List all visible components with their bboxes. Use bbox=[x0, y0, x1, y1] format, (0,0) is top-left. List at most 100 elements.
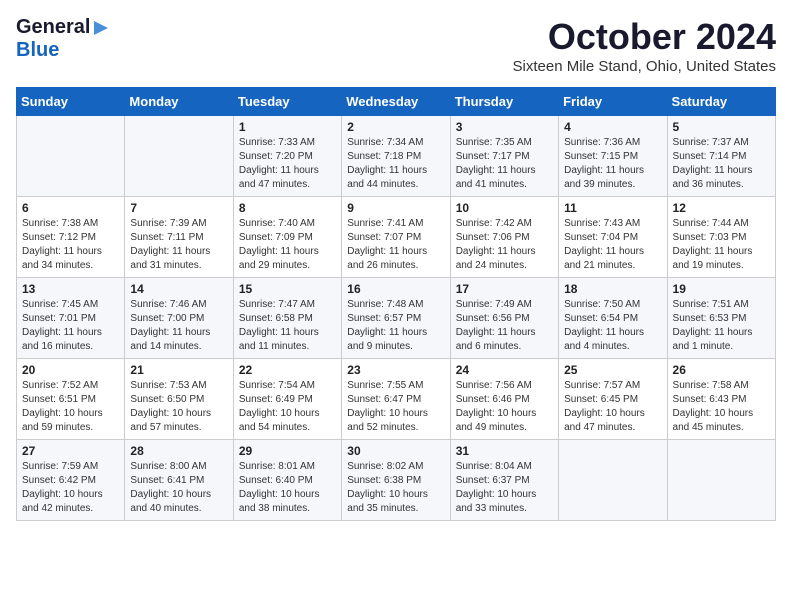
day-info: Sunrise: 8:00 AMSunset: 6:41 PMDaylight:… bbox=[130, 460, 227, 516]
day-info: Sunrise: 8:01 AMSunset: 6:40 PMDaylight:… bbox=[239, 460, 336, 516]
calendar-cell: 12 Sunrise: 7:44 AMSunset: 7:03 PMDayligh… bbox=[667, 197, 775, 278]
day-number: 8 bbox=[239, 201, 336, 215]
day-info: Sunrise: 7:49 AMSunset: 6:56 PMDaylight:… bbox=[456, 298, 553, 354]
week-row-2: 6Sunrise: 7:38 AMSunset: 7:12 PMDaylight… bbox=[17, 197, 776, 278]
day-info: Sunrise: 7:35 AMSunset: 7:17 PMDaylight:… bbox=[456, 136, 553, 192]
day-number: 28 bbox=[130, 444, 227, 458]
day-info: Sunrise: 7:46 AMSunset: 7:00 PMDaylight:… bbox=[130, 298, 227, 354]
day-number: 3 bbox=[456, 120, 553, 134]
day-number: 14 bbox=[130, 282, 227, 296]
title-block: October 2024 Sixteen Mile Stand, Ohio, U… bbox=[513, 16, 776, 75]
header-day-sunday: Sunday bbox=[17, 88, 125, 116]
calendar-cell: 23 Sunrise: 7:55 AMSunset: 6:47 PMDayligh… bbox=[342, 359, 450, 440]
day-number: 20 bbox=[22, 363, 119, 377]
day-number: 9 bbox=[347, 201, 444, 215]
calendar-subtitle: Sixteen Mile Stand, Ohio, United States bbox=[513, 58, 776, 75]
calendar-cell: 15 Sunrise: 7:47 AMSunset: 6:58 PMDayligh… bbox=[233, 278, 341, 359]
calendar-cell: 9Sunrise: 7:41 AMSunset: 7:07 PMDaylight… bbox=[342, 197, 450, 278]
calendar-cell: 27Sunrise: 7:59 AMSunset: 6:42 PMDayligh… bbox=[17, 440, 125, 521]
logo-arrow-icon bbox=[92, 19, 110, 37]
day-number: 30 bbox=[347, 444, 444, 458]
header-day-tuesday: Tuesday bbox=[233, 88, 341, 116]
day-info: Sunrise: 7:48 AMSunset: 6:57 PMDaylight:… bbox=[347, 298, 444, 354]
calendar-cell: 18 Sunrise: 7:50 AMSunset: 6:54 PMDayligh… bbox=[559, 278, 667, 359]
day-number: 24 bbox=[456, 363, 553, 377]
day-info: Sunrise: 7:55 AMSunset: 6:47 PMDaylight:… bbox=[347, 379, 444, 435]
day-info: Sunrise: 7:36 AMSunset: 7:15 PMDaylight:… bbox=[564, 136, 661, 192]
day-number: 1 bbox=[239, 120, 336, 134]
day-number: 31 bbox=[456, 444, 553, 458]
calendar-cell: 31 Sunrise: 8:04 AMSunset: 6:37 PMDayligh… bbox=[450, 440, 558, 521]
logo: General Blue bbox=[16, 16, 110, 62]
day-info: Sunrise: 7:53 AMSunset: 6:50 PMDaylight:… bbox=[130, 379, 227, 435]
header-day-saturday: Saturday bbox=[667, 88, 775, 116]
day-number: 7 bbox=[130, 201, 227, 215]
day-info: Sunrise: 7:58 AMSunset: 6:43 PMDaylight:… bbox=[673, 379, 770, 435]
day-info: Sunrise: 7:44 AMSunset: 7:03 PMDaylight:… bbox=[673, 217, 770, 273]
day-info: Sunrise: 7:45 AMSunset: 7:01 PMDaylight:… bbox=[22, 298, 119, 354]
calendar-cell bbox=[559, 440, 667, 521]
week-row-3: 13Sunrise: 7:45 AMSunset: 7:01 PMDayligh… bbox=[17, 278, 776, 359]
day-info: Sunrise: 7:33 AMSunset: 7:20 PMDaylight:… bbox=[239, 136, 336, 192]
day-info: Sunrise: 7:50 AMSunset: 6:54 PMDaylight:… bbox=[564, 298, 661, 354]
day-info: Sunrise: 7:42 AMSunset: 7:06 PMDaylight:… bbox=[456, 217, 553, 273]
day-info: Sunrise: 7:43 AMSunset: 7:04 PMDaylight:… bbox=[564, 217, 661, 273]
calendar-cell: 19 Sunrise: 7:51 AMSunset: 6:53 PMDayligh… bbox=[667, 278, 775, 359]
calendar-cell: 1 Sunrise: 7:33 AMSunset: 7:20 PMDaylight… bbox=[233, 116, 341, 197]
calendar-cell: 21 Sunrise: 7:53 AMSunset: 6:50 PMDayligh… bbox=[125, 359, 233, 440]
day-number: 10 bbox=[456, 201, 553, 215]
calendar-cell: 10 Sunrise: 7:42 AMSunset: 7:06 PMDayligh… bbox=[450, 197, 558, 278]
day-number: 2 bbox=[347, 120, 444, 134]
calendar-cell bbox=[17, 116, 125, 197]
calendar-cell: 26 Sunrise: 7:58 AMSunset: 6:43 PMDayligh… bbox=[667, 359, 775, 440]
day-number: 18 bbox=[564, 282, 661, 296]
day-info: Sunrise: 7:40 AMSunset: 7:09 PMDaylight:… bbox=[239, 217, 336, 273]
day-info: Sunrise: 7:51 AMSunset: 6:53 PMDaylight:… bbox=[673, 298, 770, 354]
day-number: 29 bbox=[239, 444, 336, 458]
calendar-cell bbox=[667, 440, 775, 521]
day-info: Sunrise: 8:02 AMSunset: 6:38 PMDaylight:… bbox=[347, 460, 444, 516]
day-number: 22 bbox=[239, 363, 336, 377]
day-number: 16 bbox=[347, 282, 444, 296]
calendar-cell: 2 Sunrise: 7:34 AMSunset: 7:18 PMDaylight… bbox=[342, 116, 450, 197]
week-row-4: 20 Sunrise: 7:52 AMSunset: 6:51 PMDayligh… bbox=[17, 359, 776, 440]
calendar-cell: 28 Sunrise: 8:00 AMSunset: 6:41 PMDayligh… bbox=[125, 440, 233, 521]
day-info: Sunrise: 7:54 AMSunset: 6:49 PMDaylight:… bbox=[239, 379, 336, 435]
day-number: 5 bbox=[673, 120, 770, 134]
day-number: 25 bbox=[564, 363, 661, 377]
calendar-cell: 8 Sunrise: 7:40 AMSunset: 7:09 PMDaylight… bbox=[233, 197, 341, 278]
day-info: Sunrise: 7:52 AMSunset: 6:51 PMDaylight:… bbox=[22, 379, 119, 435]
day-info: Sunrise: 7:57 AMSunset: 6:45 PMDaylight:… bbox=[564, 379, 661, 435]
calendar-cell bbox=[125, 116, 233, 197]
week-row-5: 27Sunrise: 7:59 AMSunset: 6:42 PMDayligh… bbox=[17, 440, 776, 521]
calendar-cell: 3 Sunrise: 7:35 AMSunset: 7:17 PMDaylight… bbox=[450, 116, 558, 197]
calendar-cell: 29 Sunrise: 8:01 AMSunset: 6:40 PMDayligh… bbox=[233, 440, 341, 521]
calendar-cell: 11Sunrise: 7:43 AMSunset: 7:04 PMDayligh… bbox=[559, 197, 667, 278]
calendar-cell: 13Sunrise: 7:45 AMSunset: 7:01 PMDayligh… bbox=[17, 278, 125, 359]
calendar-cell: 14 Sunrise: 7:46 AMSunset: 7:00 PMDayligh… bbox=[125, 278, 233, 359]
day-number: 26 bbox=[673, 363, 770, 377]
header-day-wednesday: Wednesday bbox=[342, 88, 450, 116]
calendar-cell: 5Sunrise: 7:37 AMSunset: 7:14 PMDaylight… bbox=[667, 116, 775, 197]
day-info: Sunrise: 7:34 AMSunset: 7:18 PMDaylight:… bbox=[347, 136, 444, 192]
day-number: 23 bbox=[347, 363, 444, 377]
calendar-cell: 30 Sunrise: 8:02 AMSunset: 6:38 PMDayligh… bbox=[342, 440, 450, 521]
day-info: Sunrise: 7:47 AMSunset: 6:58 PMDaylight:… bbox=[239, 298, 336, 354]
calendar-cell: 6Sunrise: 7:38 AMSunset: 7:12 PMDaylight… bbox=[17, 197, 125, 278]
logo-general-text: General bbox=[16, 16, 90, 39]
day-number: 6 bbox=[22, 201, 119, 215]
calendar-cell: 22 Sunrise: 7:54 AMSunset: 6:49 PMDayligh… bbox=[233, 359, 341, 440]
calendar-cell: 17Sunrise: 7:49 AMSunset: 6:56 PMDayligh… bbox=[450, 278, 558, 359]
day-number: 4 bbox=[564, 120, 661, 134]
calendar-cell: 4 Sunrise: 7:36 AMSunset: 7:15 PMDaylight… bbox=[559, 116, 667, 197]
day-number: 19 bbox=[673, 282, 770, 296]
day-info: Sunrise: 8:04 AMSunset: 6:37 PMDaylight:… bbox=[456, 460, 553, 516]
day-number: 21 bbox=[130, 363, 227, 377]
day-number: 15 bbox=[239, 282, 336, 296]
calendar-cell: 24Sunrise: 7:56 AMSunset: 6:46 PMDayligh… bbox=[450, 359, 558, 440]
day-number: 12 bbox=[673, 201, 770, 215]
calendar-table: SundayMondayTuesdayWednesdayThursdayFrid… bbox=[16, 87, 776, 521]
calendar-cell: 16 Sunrise: 7:48 AMSunset: 6:57 PMDayligh… bbox=[342, 278, 450, 359]
header-day-monday: Monday bbox=[125, 88, 233, 116]
calendar-cell: 7Sunrise: 7:39 AMSunset: 7:11 PMDaylight… bbox=[125, 197, 233, 278]
